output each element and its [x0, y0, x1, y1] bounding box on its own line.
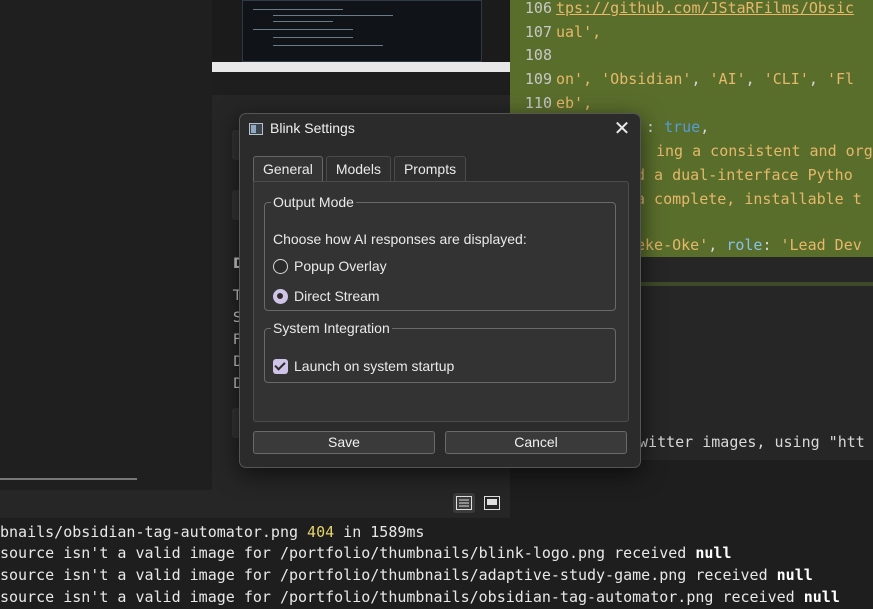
- code-line: 106 tps://github.com/JStaRFilms/Obsic: [510, 0, 873, 20]
- launch-on-startup-label: Launch on system startup: [294, 358, 455, 374]
- thumbnail-line: [273, 21, 333, 22]
- output-mode-group: Output Mode Choose how AI responses are …: [264, 194, 616, 311]
- code-line: 109 on', 'Obsidian', 'AI', 'CLI', 'Fl: [510, 67, 873, 91]
- view-toolbar: [0, 490, 510, 518]
- radio-unchecked-icon[interactable]: [273, 258, 288, 274]
- thumbnail-line: [253, 9, 343, 10]
- terminal-text: bnails/obsidian-tag-automator.png: [0, 523, 308, 541]
- thumbnail-screenshot: [242, 0, 482, 62]
- line-number: 109: [524, 70, 552, 88]
- line-number: 106: [524, 0, 552, 17]
- terminal-text: in 1589ms: [334, 523, 425, 541]
- code-text: ,: [691, 70, 710, 88]
- terminal-text: null: [776, 566, 813, 584]
- output-mode-legend: Output Mode: [273, 194, 354, 210]
- close-button[interactable]: ✕: [610, 117, 634, 141]
- code-text: a complete, installable t: [636, 190, 862, 208]
- popup-overlay-label: Popup Overlay: [294, 258, 387, 274]
- terminal-line: source isn't a valid image for /portfoli…: [0, 585, 840, 609]
- code-text: ,: [708, 236, 727, 254]
- terminal-line: source isn't a valid image for /portfoli…: [0, 563, 813, 587]
- code-text: 'Lead Dev: [780, 236, 862, 254]
- checkbox-checked-icon[interactable]: [273, 358, 288, 374]
- code-text: ,: [745, 70, 764, 88]
- code-text: on',: [556, 70, 602, 88]
- code-text: ,: [808, 70, 827, 88]
- tab-prompts[interactable]: Prompts: [393, 156, 467, 182]
- code-text: :: [646, 118, 665, 136]
- code-text: true: [664, 118, 701, 136]
- output-mode-description: Choose how AI responses are displayed:: [273, 231, 527, 247]
- system-integration-group: System Integration Launch on system star…: [264, 320, 616, 383]
- code-text: ing a consistent and orga: [656, 142, 873, 160]
- system-integration-legend: System Integration: [273, 320, 390, 336]
- line-number: 108: [524, 46, 552, 64]
- radio-checked-icon[interactable]: [273, 288, 288, 304]
- direct-stream-radio[interactable]: Direct Stream: [273, 288, 380, 304]
- terminal-line: source isn't a valid image for /portfoli…: [0, 541, 732, 565]
- left-sidebar-panel: [0, 0, 212, 490]
- popup-overlay-radio[interactable]: Popup Overlay: [273, 258, 387, 274]
- thumbnail-line: [273, 45, 383, 46]
- tab-models[interactable]: Models: [325, 156, 391, 182]
- code-text: 'AI': [709, 70, 746, 88]
- line-number: 107: [524, 23, 552, 41]
- code-text: role: [726, 236, 763, 254]
- terminal-text: null: [695, 544, 732, 562]
- code-text: 'Fl: [826, 70, 855, 88]
- app-window-icon: [249, 123, 263, 135]
- terminal-text: null: [803, 588, 840, 606]
- terminal-panel[interactable]: bnails/obsidian-tag-automator.png 404 in…: [0, 518, 873, 606]
- thumbnail-line: [253, 29, 353, 30]
- thumbnail-line: [273, 15, 393, 16]
- line-number: 110: [524, 94, 552, 112]
- code-text: :: [762, 236, 781, 254]
- code-text: d a dual-interface Pytho: [636, 166, 853, 184]
- cancel-button[interactable]: Cancel: [445, 431, 627, 454]
- direct-stream-label: Direct Stream: [294, 288, 380, 304]
- thumbnail-taskbar: [212, 62, 510, 72]
- code-text: eb',: [556, 94, 593, 112]
- code-text: 'Obsidian': [601, 70, 692, 88]
- code-text: eke-Oke': [636, 236, 709, 254]
- dialog-titlebar[interactable]: Blink Settings ✕: [240, 114, 640, 144]
- horizontal-scrollbar[interactable]: [0, 478, 137, 480]
- close-icon: ✕: [613, 116, 631, 140]
- launch-on-startup-checkbox[interactable]: Launch on system startup: [273, 358, 454, 374]
- dialog-title: Blink Settings: [270, 120, 355, 136]
- settings-dialog: Blink Settings ✕ General Models Prompts …: [239, 113, 641, 468]
- terminal-text: source isn't a valid image for /portfoli…: [0, 588, 804, 606]
- code-text: ,: [700, 118, 710, 136]
- code-line: 110 eb',: [510, 91, 873, 115]
- code-line: 108: [510, 43, 873, 67]
- preview-view-icon[interactable]: [481, 493, 503, 513]
- code-text: ual',: [556, 23, 602, 41]
- code-text: 'CLI': [763, 70, 809, 88]
- tab-general[interactable]: General: [253, 156, 323, 183]
- code-text: tps://github.com/JStaRFilms/Obsic: [556, 0, 855, 17]
- settings-tabs: General Models Prompts: [253, 156, 469, 183]
- thumbnail-line: [273, 37, 353, 38]
- preview-thumbnail: [212, 0, 510, 72]
- status-code: 404: [307, 523, 335, 541]
- terminal-text: source isn't a valid image for /portfoli…: [0, 544, 696, 562]
- code-text: twitter images, using "htt: [630, 433, 865, 451]
- code-line: 107 ual',: [510, 20, 873, 44]
- save-button[interactable]: Save: [253, 431, 435, 454]
- list-view-icon[interactable]: [453, 493, 475, 513]
- general-tab-panel: Output Mode Choose how AI responses are …: [253, 181, 629, 422]
- terminal-text: source isn't a valid image for /portfoli…: [0, 566, 777, 584]
